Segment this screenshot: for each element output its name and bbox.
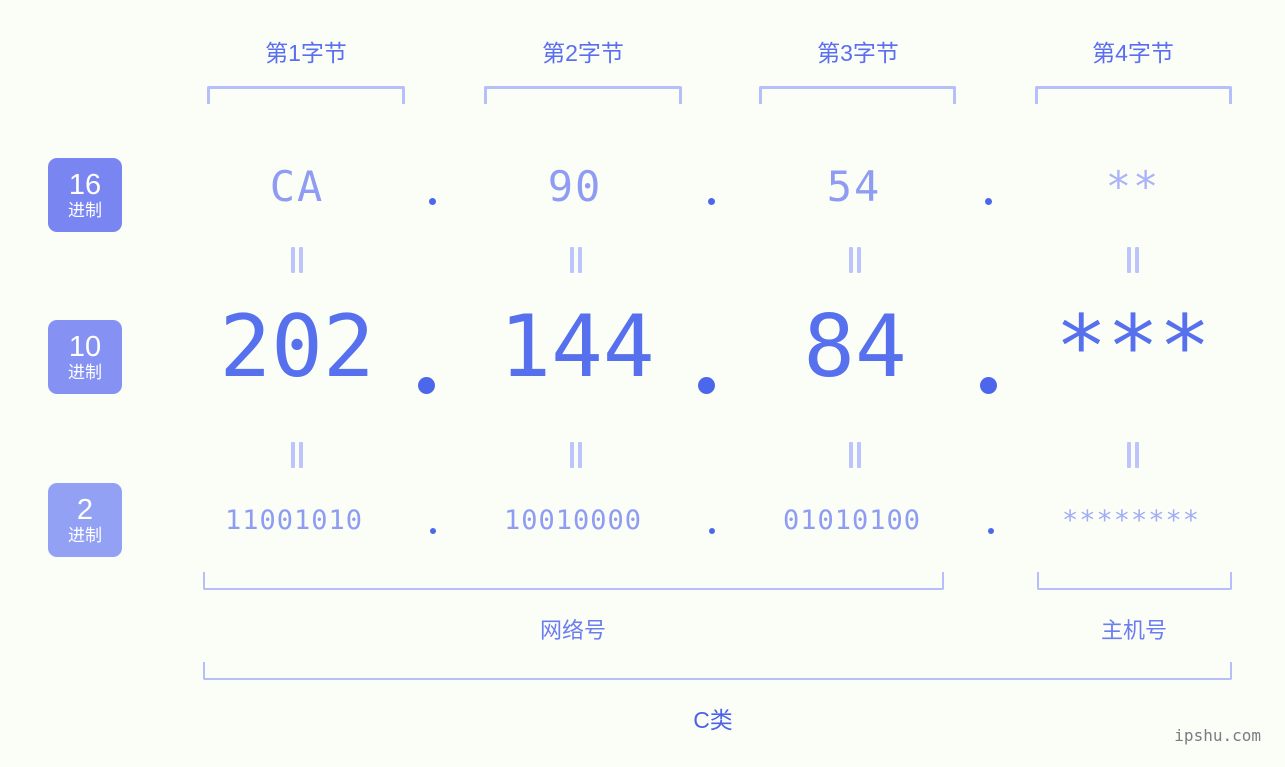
binary-byte-1: 11001010 — [224, 505, 364, 536]
binary-separator-dot-1 — [430, 528, 436, 534]
decimal-separator-dot-2 — [698, 377, 715, 394]
equals-connector-hex-dec-3 — [848, 247, 864, 273]
equals-connector-hex-dec-4 — [1126, 247, 1142, 273]
byte-header-label-3: 第3字节 — [817, 40, 899, 66]
decimal-byte-1: 202 — [219, 297, 375, 397]
ip-address-breakdown-diagram: 第1字节 第2字节 第3字节 第4字节 16 进制 10 进制 2 进制 CA … — [0, 0, 1285, 767]
decimal-separator-dot-1 — [418, 377, 435, 394]
equals-connector-dec-bin-1 — [290, 442, 306, 468]
byte-header-label-4: 第4字节 — [1092, 40, 1174, 66]
network-number-label: 网络号 — [539, 618, 606, 643]
base-badge-hex: 16 进制 — [48, 158, 122, 232]
ip-class-bracket — [203, 662, 1232, 680]
binary-separator-dot-3 — [988, 528, 994, 534]
binary-byte-3: 01010100 — [782, 505, 922, 536]
decimal-byte-4: *** — [1055, 297, 1211, 397]
byte-bracket-3 — [759, 86, 956, 104]
base-badge-decimal: 10 进制 — [48, 320, 122, 394]
base-badge-binary-unit: 进制 — [68, 526, 102, 545]
decimal-byte-3: 84 — [803, 297, 907, 397]
hex-separator-dot-1 — [429, 198, 436, 205]
base-badge-decimal-number: 10 — [68, 331, 102, 363]
binary-byte-2: 10010000 — [503, 505, 643, 536]
byte-header-label-2: 第2字节 — [542, 40, 624, 66]
hex-byte-2: 90 — [547, 162, 603, 211]
equals-connector-dec-bin-4 — [1126, 442, 1142, 468]
network-number-bracket — [203, 572, 944, 590]
byte-header-label-1: 第1字节 — [265, 40, 347, 66]
equals-connector-hex-dec-1 — [290, 247, 306, 273]
hex-separator-dot-3 — [985, 198, 992, 205]
host-number-label: 主机号 — [1100, 618, 1167, 643]
host-number-bracket — [1037, 572, 1232, 590]
hex-byte-1: CA — [269, 162, 325, 211]
base-badge-binary-number: 2 — [76, 494, 94, 526]
byte-bracket-1 — [207, 86, 405, 104]
decimal-separator-dot-3 — [980, 377, 997, 394]
base-badge-hex-number: 16 — [68, 169, 102, 201]
hex-separator-dot-2 — [708, 198, 715, 205]
binary-byte-4: ******** — [1061, 505, 1201, 536]
base-badge-binary: 2 进制 — [48, 483, 122, 557]
byte-bracket-2 — [484, 86, 682, 104]
base-badge-hex-unit: 进制 — [68, 201, 102, 220]
binary-separator-dot-2 — [709, 528, 715, 534]
base-badge-decimal-unit: 进制 — [68, 363, 102, 382]
equals-connector-dec-bin-2 — [569, 442, 585, 468]
hex-byte-3: 54 — [826, 162, 882, 211]
byte-bracket-4 — [1035, 86, 1232, 104]
equals-connector-dec-bin-3 — [848, 442, 864, 468]
ip-class-label: C类 — [693, 707, 733, 733]
hex-byte-4: ** — [1105, 162, 1161, 211]
watermark: ipshu.com — [1174, 726, 1261, 745]
decimal-byte-2: 144 — [499, 297, 655, 397]
equals-connector-hex-dec-2 — [569, 247, 585, 273]
